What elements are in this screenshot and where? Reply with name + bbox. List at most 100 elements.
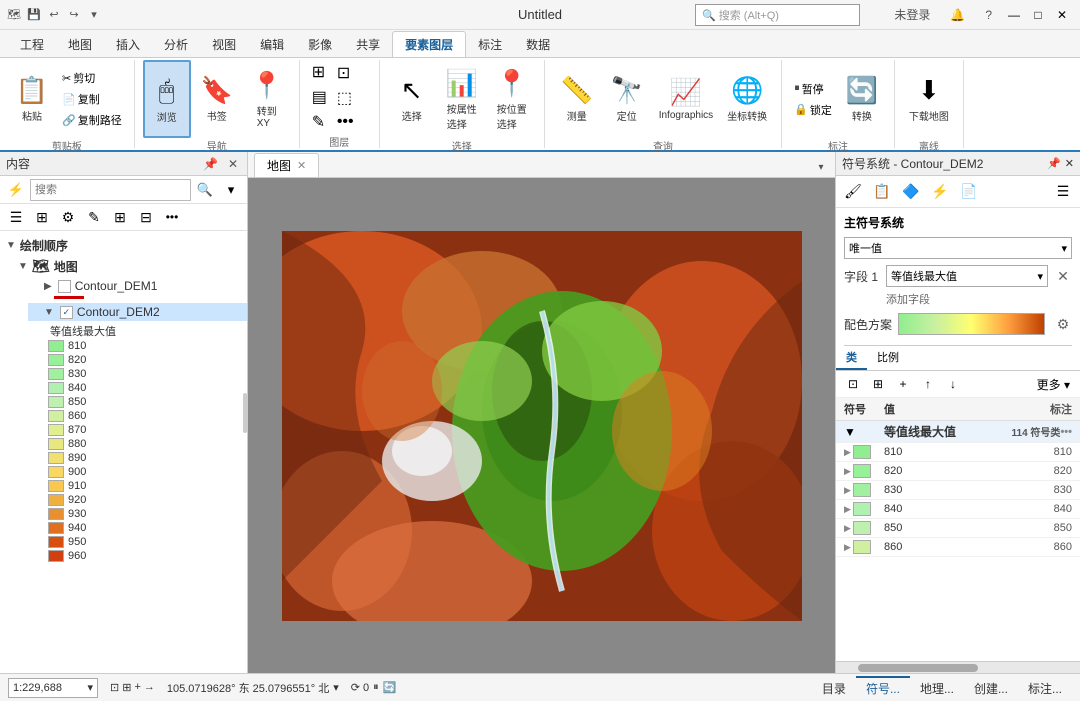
redo-icon[interactable]: ↪ xyxy=(66,7,82,23)
layer-btn2[interactable]: ▤ xyxy=(308,85,331,109)
title-search-box[interactable]: 🔍 搜索 (Alt+Q) xyxy=(695,4,860,26)
symbol-row-830[interactable]: ▶ 830 830 xyxy=(836,481,1080,500)
measure-btn[interactable]: 📏 测量 xyxy=(553,60,601,138)
copy-path-btn[interactable]: 🔗复制路径 xyxy=(58,110,126,130)
pause-btn[interactable]: ⏸暂停 xyxy=(790,79,836,99)
notification-icon[interactable]: 🔔 xyxy=(942,6,973,24)
select-by-loc-btn[interactable]: 📍 按位置选择 xyxy=(488,60,536,138)
layer-btn6[interactable]: ••• xyxy=(333,111,358,133)
symbol-row-850[interactable]: ▶ 850 850 xyxy=(836,519,1080,538)
nav-icon4[interactable]: → xyxy=(144,681,155,694)
tab-analysis[interactable]: 分析 xyxy=(152,32,200,57)
convert-btn[interactable]: 🔄 转换 xyxy=(838,60,886,138)
contents-close-btn[interactable]: ✕ xyxy=(225,157,241,171)
tb-more[interactable]: 更多 ▾ xyxy=(1033,374,1074,394)
table-view-btn[interactable]: ⊞ xyxy=(30,206,54,228)
layer-contour-dem1[interactable]: ▶ Contour_DEM1 xyxy=(28,277,247,295)
add-btn[interactable]: ⊞ xyxy=(108,206,132,228)
field1-dropdown[interactable]: 等值线最大值 ▾ xyxy=(886,265,1048,287)
tb-down[interactable]: ↓ xyxy=(942,374,964,394)
filter-btn[interactable]: ⚙ xyxy=(56,206,80,228)
symbol-row-820[interactable]: ▶ 820 820 xyxy=(836,462,1080,481)
copy-btn[interactable]: 📄复制 xyxy=(58,89,126,109)
sym-tb-btn3[interactable]: 🔷 xyxy=(898,179,924,205)
bookmark-btn[interactable]: 🔖 书签 xyxy=(193,60,241,138)
scale-display[interactable]: 1:229,688 ▾ xyxy=(8,678,98,698)
panel-resize-handle[interactable] xyxy=(243,393,247,433)
bottom-tab-geo[interactable]: 地理... xyxy=(910,676,964,699)
pin-btn[interactable]: 📌 xyxy=(200,157,221,171)
tb-up[interactable]: ↑ xyxy=(917,374,939,394)
sym-tb-filter[interactable]: ⚡ xyxy=(927,179,953,205)
symbol-scrollbar-h[interactable] xyxy=(836,661,1080,673)
sym-tb-btn1[interactable]: 🖌 xyxy=(840,179,866,205)
close-btn[interactable]: ✕ xyxy=(1052,5,1072,25)
bottom-tab-create[interactable]: 创建... xyxy=(964,676,1018,699)
cut-btn[interactable]: ✂剪切 xyxy=(58,68,126,88)
tab-map[interactable]: 地图 xyxy=(56,32,104,57)
layer-contour-dem2[interactable]: ▼ ✓ Contour_DEM2 xyxy=(28,303,247,321)
filter-icon[interactable]: ⚡ xyxy=(4,179,28,201)
map-tab-close-btn[interactable]: ✕ xyxy=(297,159,306,172)
group-more-btn[interactable]: ••• xyxy=(1060,426,1072,438)
tb-add[interactable]: + xyxy=(892,374,914,394)
coord-dropdown[interactable]: ▾ xyxy=(333,681,339,694)
symbol-row-840[interactable]: ▶ 840 840 xyxy=(836,500,1080,519)
tab-classes[interactable]: 类 xyxy=(836,346,867,370)
field1-clear-btn[interactable]: ✕ xyxy=(1054,267,1072,285)
tb-btn1[interactable]: ⊡ xyxy=(842,374,864,394)
map-canvas[interactable] xyxy=(248,178,835,673)
sym-tb-menu[interactable]: ☰ xyxy=(1050,179,1076,205)
tab-imagery[interactable]: 影像 xyxy=(296,32,344,57)
scale-dropdown-arrow[interactable]: ▾ xyxy=(87,681,93,694)
more-btn[interactable]: ••• xyxy=(160,206,184,228)
save-icon[interactable]: 💾 xyxy=(26,7,42,23)
list-view-btn[interactable]: ☰ xyxy=(4,206,28,228)
tab-data[interactable]: 数据 xyxy=(514,32,562,57)
search-options-btn[interactable]: ▾ xyxy=(219,179,243,201)
tab-insert[interactable]: 插入 xyxy=(104,32,152,57)
unique-value-dropdown[interactable]: 唯一值 ▾ xyxy=(844,237,1072,259)
goto-xy-btn[interactable]: 📍 转到XY xyxy=(243,60,291,138)
undo-icon[interactable]: ↩ xyxy=(46,7,62,23)
symbol-row-860[interactable]: ▶ 860 860 xyxy=(836,538,1080,557)
map-tab[interactable]: 地图 ✕ xyxy=(254,153,319,177)
download-map-btn[interactable]: ⬇ 下载地图 xyxy=(903,60,955,138)
add-field-btn[interactable]: 添加字段 xyxy=(886,291,1072,307)
dem2-expand[interactable]: ▼ xyxy=(44,307,54,318)
dropdown-icon[interactable]: ▾ xyxy=(86,7,102,23)
map-group-arrow[interactable]: ▼ xyxy=(18,261,28,272)
pencil-btn[interactable]: ✎ xyxy=(82,206,106,228)
contents-search-input[interactable] xyxy=(30,179,191,201)
paste-btn[interactable]: 📋 粘贴 xyxy=(8,60,56,138)
search-btn[interactable]: 🔍 xyxy=(193,179,217,201)
minimize-btn[interactable]: — xyxy=(1004,5,1024,25)
symbol-pin-btn[interactable]: 📌 xyxy=(1047,157,1061,170)
drawing-order-arrow[interactable]: ▼ xyxy=(6,240,16,251)
tab-project[interactable]: 工程 xyxy=(8,32,56,57)
locate-btn[interactable]: 🔭 定位 xyxy=(603,60,651,138)
bottom-tab-catalog[interactable]: 目录 xyxy=(812,676,856,699)
lock-btn[interactable]: 🔒锁定 xyxy=(790,100,836,120)
layer-btn4[interactable]: ⊡ xyxy=(333,61,358,85)
sym-tb-btn4[interactable]: 📄 xyxy=(956,179,982,205)
nav-icon2[interactable]: ⊞ xyxy=(122,681,131,694)
tab-scale[interactable]: 比例 xyxy=(867,346,909,370)
tab-share[interactable]: 共享 xyxy=(344,32,392,57)
browse-btn[interactable]: 🖱 浏览 xyxy=(143,60,191,138)
tab-edit[interactable]: 编辑 xyxy=(248,32,296,57)
select-btn[interactable]: ↖ 选择 xyxy=(388,60,436,138)
refresh-icon[interactable]: 🔄 xyxy=(383,681,397,694)
login-btn[interactable]: 未登录 xyxy=(886,4,938,25)
pause-icon[interactable]: ⏸ xyxy=(373,681,379,694)
tab-annotation[interactable]: 标注 xyxy=(466,32,514,57)
dem2-checkbox[interactable]: ✓ xyxy=(60,306,73,319)
nav-icon1[interactable]: ⊡ xyxy=(110,681,119,694)
dem1-checkbox[interactable] xyxy=(58,280,71,293)
group-expand[interactable]: ▼ xyxy=(844,425,884,439)
coord-convert-btn[interactable]: 🌐 坐标转换 xyxy=(721,60,773,138)
tab-view[interactable]: 视图 xyxy=(200,32,248,57)
select-by-attr-btn[interactable]: 📊 按属性选择 xyxy=(438,60,486,138)
bottom-tab-symbol[interactable]: 符号... xyxy=(856,676,910,699)
help-icon[interactable]: ? xyxy=(977,6,1000,24)
